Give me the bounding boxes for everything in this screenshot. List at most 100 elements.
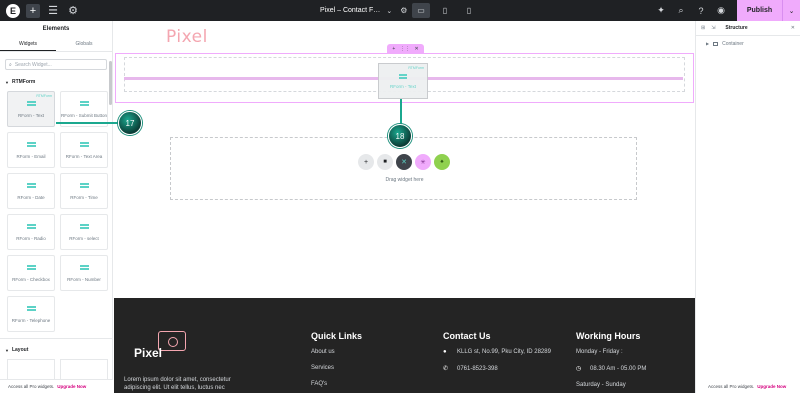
- help-icon[interactable]: ?: [691, 0, 711, 21]
- widget-label: RForm - Radio: [16, 235, 46, 241]
- publish-button[interactable]: Publish: [737, 0, 782, 21]
- search-icon: ⌕: [9, 61, 12, 68]
- widget-rform-select[interactable]: RForm - select: [60, 214, 108, 250]
- widget-pro-badge: RTMForm: [408, 66, 424, 70]
- tablet-icon[interactable]: ▯: [436, 3, 454, 18]
- form-field-icon: [26, 141, 36, 149]
- hours-weekday-time: ◷ 08.30 Am - 05.00 PM: [576, 365, 646, 373]
- ai-sparkle-icon[interactable]: ✦: [651, 0, 671, 21]
- widget-pro-badge: RTMForm: [36, 94, 52, 98]
- upgrade-text: Access all Pro widgets.: [8, 384, 55, 389]
- ai-icon[interactable]: ✳: [415, 154, 431, 170]
- drag-widget-here-text: Drag widget here: [385, 177, 424, 183]
- xpro-icon[interactable]: ✕: [396, 154, 412, 170]
- search-icon[interactable]: ⌕: [671, 0, 691, 21]
- page-settings-icon[interactable]: ⚙: [400, 6, 407, 15]
- panel-title: Elements: [42, 26, 70, 32]
- upgrade-notice: Access all Pro widgets. Upgrade Now: [696, 379, 800, 393]
- quick-links-column: Quick Links About us Services FAQ's: [311, 331, 362, 393]
- caret-right-icon[interactable]: ▶: [706, 41, 709, 46]
- tab-widgets[interactable]: Widgets: [0, 38, 56, 51]
- divider: [0, 338, 112, 339]
- widget-rform-telephone[interactable]: RForm - Telephone: [7, 296, 55, 332]
- desktop-icon[interactable]: ▭: [412, 3, 430, 18]
- widget-rform-number[interactable]: RForm - Number: [60, 255, 108, 291]
- footer-link-about[interactable]: About us: [311, 349, 362, 355]
- add-section-buttons: + ■ ✕ ✳ ♠: [358, 154, 450, 170]
- phone-item: ✆ 0761-8523-398: [443, 365, 551, 373]
- expand-icon[interactable]: ⊞: [701, 25, 705, 31]
- hours-weekday-label: Monday - Friday :: [576, 349, 623, 355]
- upgrade-link[interactable]: Upgrade Now: [757, 384, 786, 389]
- close-icon[interactable]: ✕: [791, 25, 795, 31]
- container-handle[interactable]: + ⋮⋮ ✕: [387, 44, 424, 53]
- search-input[interactable]: ⌕ Search Widget...: [5, 59, 107, 70]
- widget-rform-text-area[interactable]: RForm - Text Area: [60, 132, 108, 168]
- add-icon[interactable]: +: [392, 46, 395, 52]
- tree-item-label: Container: [722, 40, 744, 47]
- category-label: RTMForm: [11, 79, 36, 85]
- widget-label: RForm - Checkbox: [12, 276, 50, 282]
- upgrade-text: Access all Pro widgets.: [708, 383, 755, 389]
- document-title[interactable]: Pixel – Contact F… ⌄ ⚙: [320, 0, 407, 21]
- form-field-icon: [79, 182, 89, 190]
- widget-label: RForm - Email: [16, 153, 46, 159]
- address-text: KLLG st, No.99, Pku City, ID 28289: [457, 349, 551, 355]
- structure-panel: ⊞ ⇲ Structure ✕ ▶ Container Access all P…: [695, 21, 800, 393]
- caret-down-icon: ▼: [5, 79, 9, 85]
- publish-options-chevron-icon[interactable]: ⌄: [782, 0, 800, 21]
- document-title-text: Pixel – Contact F…: [320, 7, 381, 14]
- widget-rform-time[interactable]: RForm - Time: [60, 173, 108, 209]
- panel-tabs: Widgets Globals: [0, 38, 112, 52]
- structure-title: Structure: [725, 25, 748, 31]
- structure-tree-item[interactable]: ▶ Container: [696, 38, 800, 49]
- settings-sliders-icon[interactable]: ☰: [43, 0, 63, 21]
- form-field-icon: [26, 264, 36, 272]
- widget-rform-checkbox[interactable]: RForm - Checkbox: [7, 255, 55, 291]
- panel-scrollbar[interactable]: [109, 61, 112, 105]
- leaf-icon[interactable]: ♠: [434, 154, 450, 170]
- widget-label: RForm - select: [69, 235, 99, 241]
- widget-label: RForm - Text: [390, 83, 416, 89]
- phone-icon: ✆: [443, 366, 449, 372]
- widget-rform-date[interactable]: RForm - Date: [7, 173, 55, 209]
- category-layout[interactable]: ▼ Layout: [0, 345, 112, 355]
- top-bar: E + ☰ ⚙ Pixel – Contact F… ⌄ ⚙ ▭ ▯ ▯ ✦ ⌕…: [0, 0, 800, 21]
- add-element-button[interactable]: +: [26, 3, 40, 18]
- preview-eye-icon[interactable]: ◉: [711, 0, 731, 21]
- tab-globals[interactable]: Globals: [56, 38, 112, 51]
- address-item: ● KLLG st, No.99, Pku City, ID 28289: [443, 349, 551, 355]
- drag-handle-icon[interactable]: ⋮⋮: [400, 46, 410, 52]
- footer-link-services[interactable]: Services: [311, 365, 362, 371]
- dragged-widget-ghost[interactable]: RTMForm RForm - Text: [378, 63, 428, 99]
- caret-down-icon: ▼: [5, 347, 9, 353]
- footer-link-faqs[interactable]: FAQ's: [311, 381, 362, 387]
- elementor-logo-icon[interactable]: E: [6, 3, 20, 18]
- widget-label: RForm - Telephone: [11, 317, 51, 323]
- elements-panel: Elements Widgets Globals ⌕ Search Widget…: [0, 21, 113, 393]
- site-settings-icon[interactable]: ⚙: [63, 0, 83, 21]
- mobile-icon[interactable]: ▯: [460, 3, 478, 18]
- template-folder-icon[interactable]: ■: [377, 154, 393, 170]
- close-icon[interactable]: ✕: [414, 46, 418, 52]
- marker-connector: [400, 99, 402, 125]
- widget-rform-text[interactable]: RTMForm RForm - Text: [7, 91, 55, 127]
- form-field-icon: [26, 223, 36, 231]
- widget-container[interactable]: [7, 359, 55, 379]
- add-section-button[interactable]: +: [358, 154, 374, 170]
- upgrade-link[interactable]: Upgrade Now: [57, 384, 86, 389]
- widget-rform-email[interactable]: RForm - Email: [7, 132, 55, 168]
- form-field-icon: [26, 100, 36, 108]
- site-logo[interactable]: Pixel: [166, 27, 208, 47]
- widget-grid-layout[interactable]: [60, 359, 108, 379]
- structure-header: ⊞ ⇲ Structure ✕: [696, 21, 800, 36]
- category-rtmform[interactable]: ▼ RTMForm: [0, 77, 112, 87]
- form-field-icon: [79, 223, 89, 231]
- step-marker-17: 17: [118, 111, 142, 135]
- widget-rform-radio[interactable]: RForm - Radio: [7, 214, 55, 250]
- form-field-icon: [79, 264, 89, 272]
- camera-logo-icon: [158, 331, 186, 351]
- footer-logo[interactable]: Pixel: [134, 346, 162, 360]
- widget-label: RForm - Date: [17, 194, 45, 200]
- collapse-all-icon[interactable]: ⇲: [711, 25, 715, 31]
